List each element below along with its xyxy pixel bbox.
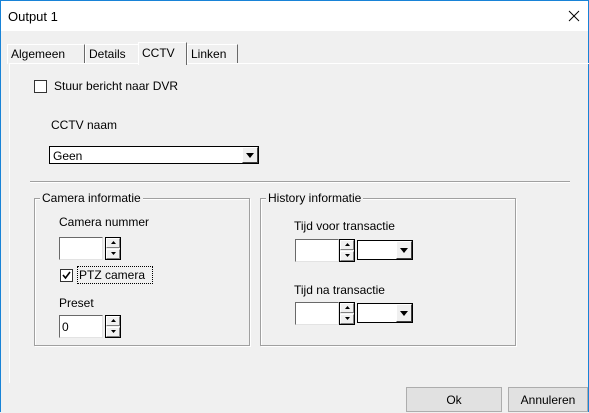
window-title: Output 1 <box>8 9 58 24</box>
preset-input[interactable]: 0 <box>59 315 103 338</box>
dvr-label: Stuur bericht naar DVR <box>54 79 179 93</box>
section-divider <box>30 181 570 183</box>
camera-number-input[interactable] <box>59 237 103 260</box>
time-after-unit-select[interactable] <box>357 303 413 323</box>
time-after-input[interactable] <box>295 302 339 325</box>
spin-down-icon[interactable] <box>106 327 120 337</box>
preset-label: Preset <box>59 296 94 310</box>
tab-details[interactable]: Details <box>85 44 139 64</box>
dialog-window: Output 1 Algemeen Details CCTV Linken St… <box>0 0 589 413</box>
close-button[interactable] <box>560 1 588 31</box>
spin-up-icon[interactable] <box>340 303 354 313</box>
tab-linken[interactable]: Linken <box>187 44 238 64</box>
spin-down-icon[interactable] <box>340 251 354 261</box>
ok-button[interactable]: Ok <box>406 387 502 412</box>
tab-label: CCTV <box>142 46 175 60</box>
ptz-checkbox[interactable] <box>60 269 73 282</box>
close-icon <box>568 10 580 22</box>
history-info-legend: History informatie <box>266 191 364 205</box>
tab-panel-cctv: Stuur bericht naar DVR CCTV naam Geen Ca… <box>9 63 589 383</box>
time-after-spinner[interactable] <box>339 302 355 325</box>
tab-label: Details <box>89 47 126 61</box>
ptz-label: PTZ camera <box>79 268 146 282</box>
time-before-label: Tijd voor transactie <box>294 219 395 233</box>
time-before-unit-select[interactable] <box>357 240 413 260</box>
cctv-name-value: Geen <box>53 149 83 163</box>
chevron-down-icon[interactable] <box>242 147 258 163</box>
cctv-name-select[interactable]: Geen <box>49 146 259 164</box>
chevron-down-icon[interactable] <box>396 304 412 322</box>
cctv-name-label: CCTV naam <box>51 118 118 132</box>
spin-up-icon[interactable] <box>106 316 120 326</box>
tab-label: Algemeen <box>11 47 66 61</box>
camera-info-group: Camera informatie Camera nummer PTZ came… <box>34 191 250 346</box>
title-bar: Output 1 <box>1 1 588 31</box>
spin-up-icon[interactable] <box>340 240 354 250</box>
spin-up-icon[interactable] <box>106 238 120 248</box>
chevron-down-icon[interactable] <box>396 241 412 259</box>
dialog-footer: Ok Annuleren <box>1 383 588 413</box>
preset-value: 0 <box>62 320 69 334</box>
spin-down-icon[interactable] <box>106 249 120 259</box>
preset-spinner[interactable] <box>105 315 121 338</box>
time-before-input[interactable] <box>295 239 339 262</box>
history-info-group: History informatie Tijd voor transactie <box>260 191 516 346</box>
cancel-button[interactable]: Annuleren <box>508 387 588 412</box>
tab-label: Linken <box>191 47 227 61</box>
camera-number-spinner[interactable] <box>105 237 121 260</box>
time-after-label: Tijd na transactie <box>294 283 385 297</box>
camera-info-legend: Camera informatie <box>40 191 143 205</box>
dvr-checkbox[interactable] <box>34 80 47 93</box>
tab-cctv[interactable]: CCTV <box>138 42 187 65</box>
check-icon <box>62 271 71 280</box>
time-before-spinner[interactable] <box>339 239 355 262</box>
tab-algemeen[interactable]: Algemeen <box>7 44 85 64</box>
spin-down-icon[interactable] <box>340 314 354 324</box>
camera-number-label: Camera nummer <box>59 215 150 229</box>
